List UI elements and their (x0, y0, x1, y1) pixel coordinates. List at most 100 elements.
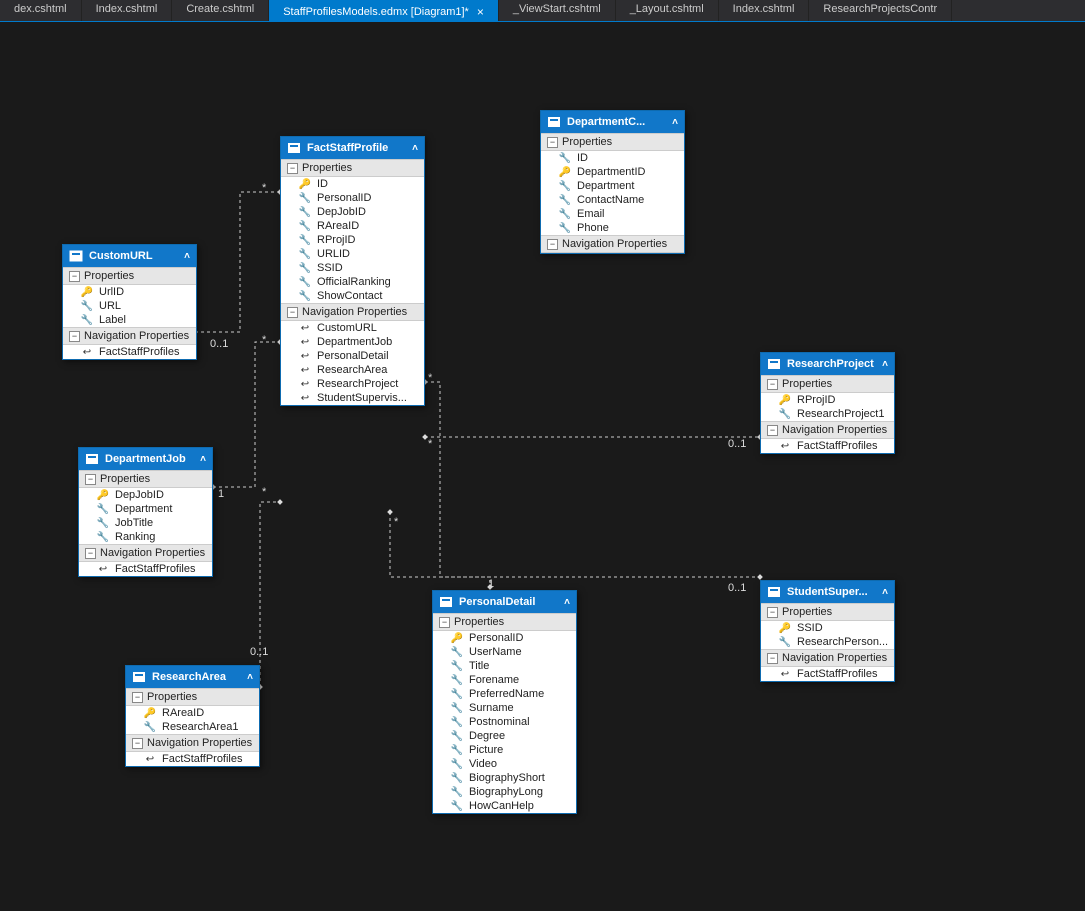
nav-row[interactable]: ↩DepartmentJob (281, 335, 424, 349)
entity-header[interactable]: ResearchArea ˄ (126, 666, 259, 688)
section-properties[interactable]: −Properties (433, 613, 576, 631)
collapse-toggle-icon[interactable]: − (547, 239, 558, 250)
nav-row[interactable]: ↩ResearchProject (281, 377, 424, 391)
entity-header[interactable]: DepartmentJob ˄ (79, 448, 212, 470)
property-row[interactable]: 🔧Label (63, 313, 196, 327)
collapse-toggle-icon[interactable]: − (69, 331, 80, 342)
section-properties[interactable]: −Properties (126, 688, 259, 706)
property-row[interactable]: 🔧OfficialRanking (281, 275, 424, 289)
nav-row[interactable]: ↩PersonalDetail (281, 349, 424, 363)
property-row[interactable]: 🔧ResearchPerson... (761, 635, 894, 649)
section-nav[interactable]: − Navigation Properties (63, 327, 196, 345)
property-row[interactable]: 🔧Postnominal (433, 715, 576, 729)
property-row[interactable]: 🔧URLID (281, 247, 424, 261)
entity-header[interactable]: FactStaffProfile ˄ (281, 137, 424, 159)
section-nav[interactable]: −Navigation Properties (541, 235, 684, 253)
chevron-up-icon[interactable]: ˄ (672, 117, 678, 128)
property-row[interactable]: 🔑ID (281, 177, 424, 191)
tab-dex[interactable]: dex.cshtml (0, 0, 82, 21)
entity-header[interactable]: ResearchProject ˄ (761, 353, 894, 375)
entity-header[interactable]: DepartmentC... ˄ (541, 111, 684, 133)
property-row[interactable]: 🔑RAreaID (126, 706, 259, 720)
entity-header[interactable]: CustomURL ˄ (63, 245, 196, 267)
chevron-up-icon[interactable]: ˄ (564, 597, 570, 608)
property-row[interactable]: 🔧BiographyShort (433, 771, 576, 785)
property-row[interactable]: 🔧JobTitle (79, 516, 212, 530)
section-nav[interactable]: −Navigation Properties (761, 649, 894, 667)
property-row[interactable]: 🔧URL (63, 299, 196, 313)
section-properties[interactable]: −Properties (761, 375, 894, 393)
collapse-toggle-icon[interactable]: − (132, 738, 143, 749)
entity-researchproject[interactable]: ResearchProject ˄ −Properties 🔑RProjID 🔧… (760, 352, 895, 454)
section-properties[interactable]: −Properties (761, 603, 894, 621)
property-row[interactable]: 🔧Degree (433, 729, 576, 743)
property-row[interactable]: 🔑DepartmentID (541, 165, 684, 179)
entity-factstaffprofile[interactable]: FactStaffProfile ˄ −Properties 🔑ID 🔧Pers… (280, 136, 425, 406)
collapse-toggle-icon[interactable]: − (287, 163, 298, 174)
property-row[interactable]: 🔧HowCanHelp (433, 799, 576, 813)
entity-header[interactable]: StudentSuper... ˄ (761, 581, 894, 603)
collapse-toggle-icon[interactable]: − (132, 692, 143, 703)
nav-row[interactable]: ↩StudentSupervis... (281, 391, 424, 405)
property-row[interactable]: 🔧Ranking (79, 530, 212, 544)
property-row[interactable]: 🔧PersonalID (281, 191, 424, 205)
tab-edmx-active[interactable]: StaffProfilesModels.edmx [Diagram1]* × (269, 0, 499, 21)
section-nav[interactable]: −Navigation Properties (761, 421, 894, 439)
entity-studentsupervision[interactable]: StudentSuper... ˄ −Properties 🔑SSID 🔧Res… (760, 580, 895, 682)
property-row[interactable]: 🔧Video (433, 757, 576, 771)
property-row[interactable]: 🔧Surname (433, 701, 576, 715)
nav-row[interactable]: ↩FactStaffProfiles (761, 667, 894, 681)
collapse-toggle-icon[interactable]: − (767, 653, 778, 664)
nav-row[interactable]: ↩CustomURL (281, 321, 424, 335)
chevron-up-icon[interactable]: ˄ (882, 587, 888, 598)
entity-customurl[interactable]: CustomURL ˄ − Properties 🔑UrlID 🔧URL 🔧La… (62, 244, 197, 360)
entity-departmentcontact[interactable]: DepartmentC... ˄ −Properties 🔧ID 🔑Depart… (540, 110, 685, 254)
entity-personaldetail[interactable]: PersonalDetail ˄ −Properties 🔑PersonalID… (432, 590, 577, 814)
section-nav[interactable]: −Navigation Properties (79, 544, 212, 562)
section-nav[interactable]: −Navigation Properties (281, 303, 424, 321)
nav-row[interactable]: ↩FactStaffProfiles (79, 562, 212, 576)
chevron-up-icon[interactable]: ˄ (247, 672, 253, 683)
entity-header[interactable]: PersonalDetail ˄ (433, 591, 576, 613)
collapse-toggle-icon[interactable]: − (287, 307, 298, 318)
property-row[interactable]: 🔑UrlID (63, 285, 196, 299)
property-row[interactable]: 🔧RProjID (281, 233, 424, 247)
property-row[interactable]: 🔧DepJobID (281, 205, 424, 219)
tab-create[interactable]: Create.cshtml (172, 0, 269, 21)
property-row[interactable]: 🔑DepJobID (79, 488, 212, 502)
property-row[interactable]: 🔧ResearchArea1 (126, 720, 259, 734)
property-row[interactable]: 🔧Title (433, 659, 576, 673)
property-row[interactable]: 🔧PreferredName (433, 687, 576, 701)
tab-index2[interactable]: Index.cshtml (719, 0, 810, 21)
property-row[interactable]: 🔧Email (541, 207, 684, 221)
entity-departmentjob[interactable]: DepartmentJob ˄ −Properties 🔑DepJobID 🔧D… (78, 447, 213, 577)
property-row[interactable]: 🔧SSID (281, 261, 424, 275)
section-properties[interactable]: − Properties (63, 267, 196, 285)
property-row[interactable]: 🔧ID (541, 151, 684, 165)
close-icon[interactable]: × (477, 5, 484, 19)
nav-row[interactable]: ↩FactStaffProfiles (761, 439, 894, 453)
collapse-toggle-icon[interactable]: − (439, 617, 450, 628)
collapse-toggle-icon[interactable]: − (85, 548, 96, 559)
property-row[interactable]: 🔧UserName (433, 645, 576, 659)
property-row[interactable]: 🔧Phone (541, 221, 684, 235)
section-properties[interactable]: −Properties (541, 133, 684, 151)
property-row[interactable]: 🔑SSID (761, 621, 894, 635)
chevron-up-icon[interactable]: ˄ (412, 143, 418, 154)
tab-viewstart[interactable]: _ViewStart.cshtml (499, 0, 616, 21)
chevron-up-icon[interactable]: ˄ (184, 251, 190, 262)
entity-researcharea[interactable]: ResearchArea ˄ −Properties 🔑RAreaID 🔧Res… (125, 665, 260, 767)
property-row[interactable]: 🔧Forename (433, 673, 576, 687)
collapse-toggle-icon[interactable]: − (69, 271, 80, 282)
collapse-toggle-icon[interactable]: − (85, 474, 96, 485)
tab-layout[interactable]: _Layout.cshtml (616, 0, 719, 21)
collapse-toggle-icon[interactable]: − (547, 137, 558, 148)
collapse-toggle-icon[interactable]: − (767, 607, 778, 618)
property-row[interactable]: 🔧BiographyLong (433, 785, 576, 799)
tab-research[interactable]: ResearchProjectsContr (809, 0, 952, 21)
property-row[interactable]: 🔧ResearchProject1 (761, 407, 894, 421)
property-row[interactable]: 🔑PersonalID (433, 631, 576, 645)
property-row[interactable]: 🔧Picture (433, 743, 576, 757)
section-properties[interactable]: −Properties (281, 159, 424, 177)
edmx-canvas[interactable]: 0..1 * 1 * 0..1 * * 0..1 * 1 * 0..1 Cust… (0, 22, 1085, 911)
